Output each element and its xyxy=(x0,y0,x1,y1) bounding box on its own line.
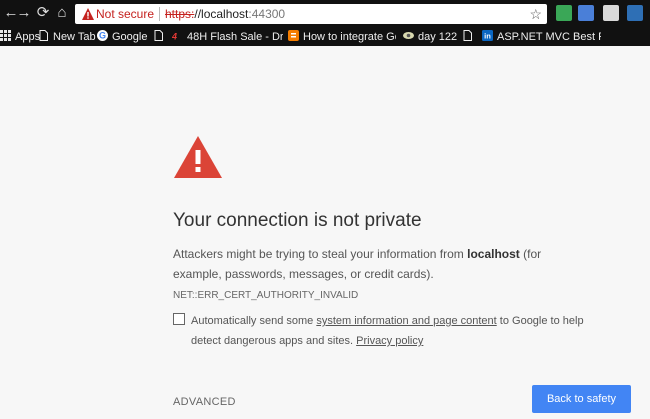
browser-toolbar: ← → ⟳ ⌂ Not secure https://localhost:443… xyxy=(0,0,650,28)
google-icon: G xyxy=(97,30,108,41)
omnibox-divider xyxy=(159,7,160,21)
bookmark-label: ASP.NET MVC Best Pr xyxy=(497,31,601,43)
bookmark-integrate[interactable]: How to integrate Goo xyxy=(288,30,396,44)
new-extension-icon[interactable] xyxy=(627,5,643,21)
page-heading: Your connection is not private xyxy=(173,210,422,231)
bookmark-page[interactable] xyxy=(153,30,168,44)
svg-text:4: 4 xyxy=(172,32,177,42)
bookmark-label: 48H Flash Sale - Dress xyxy=(187,31,283,43)
bookmark-page[interactable] xyxy=(462,30,477,44)
bookmark-flash-sale[interactable]: 4 48H Flash Sale - Dress xyxy=(172,30,283,44)
url-text[interactable]: https://localhost:44300 xyxy=(165,7,285,21)
checkmark-extension-icon[interactable] xyxy=(556,5,572,21)
advanced-button[interactable]: ADVANCED xyxy=(173,396,236,408)
url-port: :44300 xyxy=(248,7,286,21)
linkedin-icon: in xyxy=(482,30,493,41)
bookmark-day-122[interactable]: day 122 xyxy=(403,30,457,44)
address-bar[interactable]: Not secure https://localhost:44300 ☆ xyxy=(75,4,547,24)
error-warning-icon xyxy=(174,136,222,178)
bookmark-new-tab[interactable]: New Tab xyxy=(38,30,96,44)
apps-grid-icon xyxy=(0,30,11,41)
system-info-link[interactable]: system information and page content xyxy=(316,315,496,327)
bookmark-label: Apps xyxy=(15,31,41,43)
bookmark-apps[interactable]: Apps xyxy=(0,30,40,44)
page-icon xyxy=(154,30,163,41)
url-scheme: https: xyxy=(165,7,195,21)
svg-text:G: G xyxy=(99,31,106,41)
eye-extension-icon[interactable] xyxy=(603,5,619,21)
security-chip[interactable]: Not secure xyxy=(96,7,154,21)
bookmark-label: New Tab xyxy=(53,31,96,43)
forward-button[interactable]: → xyxy=(15,4,33,22)
bookmark-google[interactable]: G Google xyxy=(97,30,147,44)
report-text: Automatically send some system informati… xyxy=(191,311,611,351)
interstitial-page: Your connection is not private Attackers… xyxy=(0,46,650,419)
blogger-icon xyxy=(288,30,299,41)
bookmark-star-icon[interactable]: ☆ xyxy=(529,5,542,23)
eye-icon xyxy=(403,32,414,39)
page-icon xyxy=(39,30,48,41)
warning-triangle-icon xyxy=(82,8,94,20)
url-host: //localhost xyxy=(194,7,249,21)
error-code[interactable]: NET::ERR_CERT_AUTHORITY_INVALID xyxy=(173,290,358,301)
report-text-start: Automatically send some xyxy=(191,315,317,327)
privacy-policy-link[interactable]: Privacy policy xyxy=(356,335,423,347)
bookmark-aspnet[interactable]: in ASP.NET MVC Best Pr xyxy=(482,30,601,44)
desc-host: localhost xyxy=(467,247,520,261)
svg-text:in: in xyxy=(484,32,491,41)
desc-text: Attackers might be trying to steal your … xyxy=(173,247,468,261)
bookmark-label: day 122 xyxy=(418,31,458,43)
bookmark-label: Google xyxy=(112,31,148,43)
bookmark-label: How to integrate Goo xyxy=(303,31,396,43)
sale-icon: 4 xyxy=(172,32,177,42)
bookmarks-bar: Apps New Tab G Google 4 48H Flash Sale -… xyxy=(0,28,650,46)
error-description: Attackers might be trying to steal your … xyxy=(173,244,593,306)
home-button[interactable]: ⌂ xyxy=(53,4,71,22)
reload-button[interactable]: ⟳ xyxy=(34,4,52,22)
report-checkbox[interactable] xyxy=(173,313,185,325)
page-icon xyxy=(463,30,472,41)
back-to-safety-button[interactable]: Back to safety xyxy=(532,385,631,413)
translate-extension-icon[interactable] xyxy=(578,5,594,21)
